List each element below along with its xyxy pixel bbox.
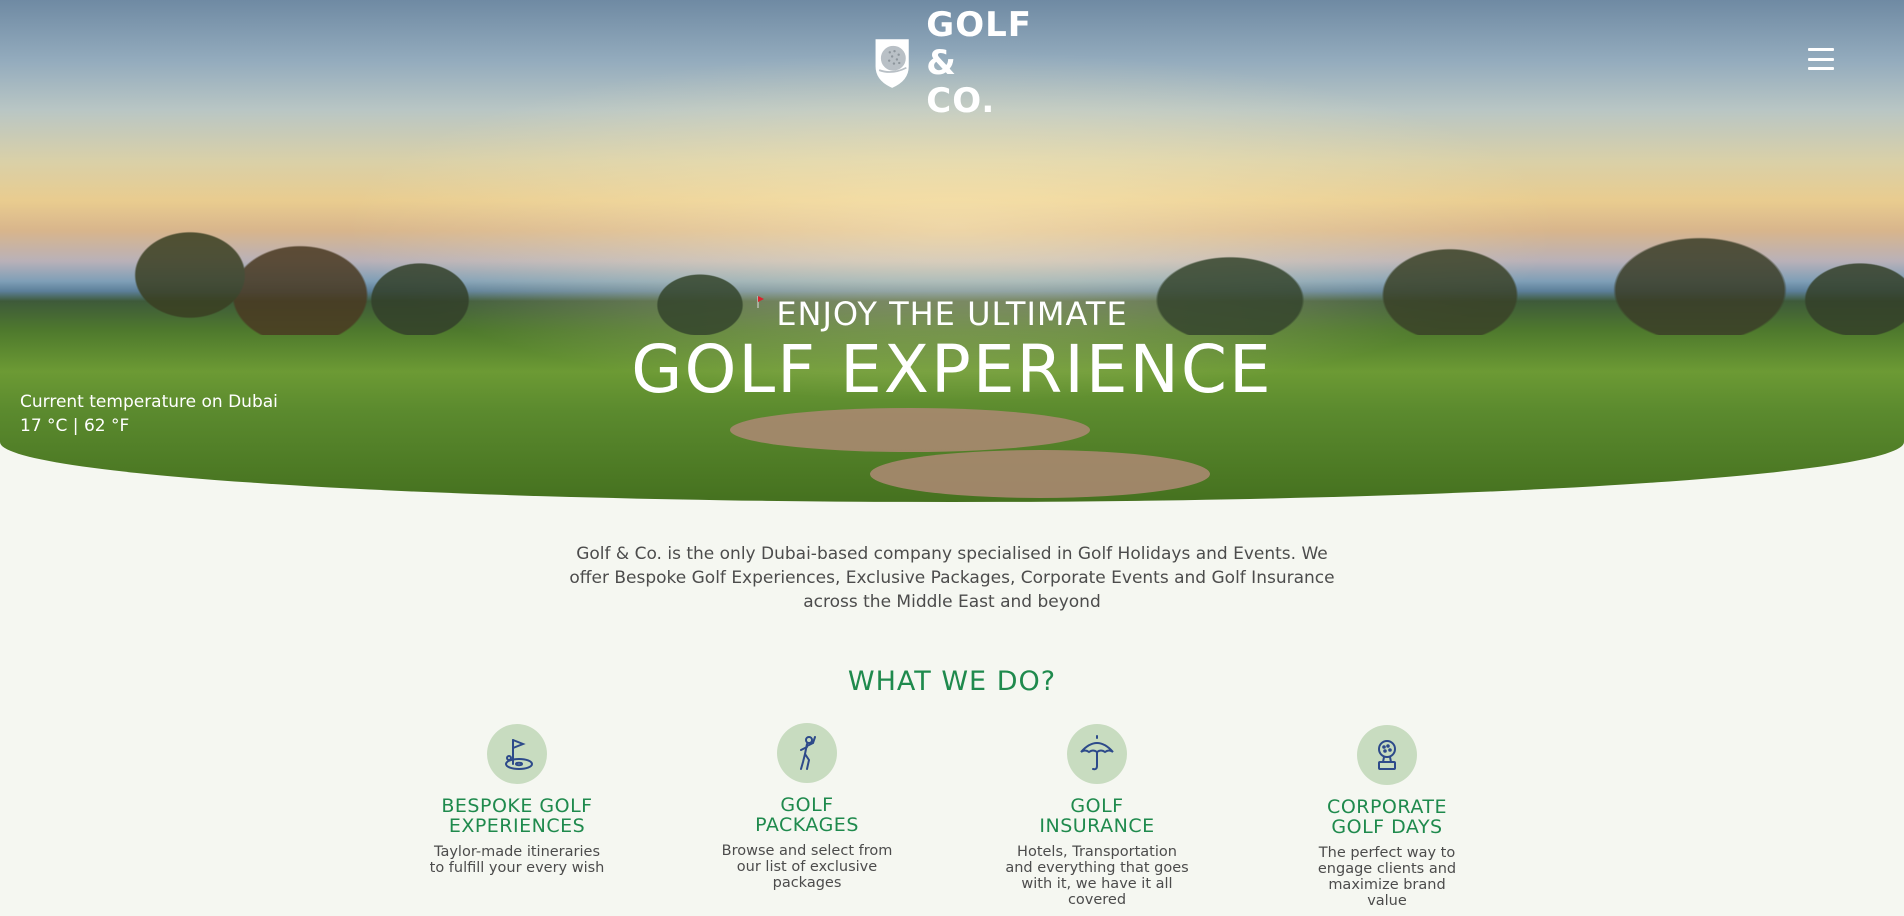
service-bespoke-golf-experiences[interactable]: BESPOKE GOLF EXPERIENCES Taylor-made iti… (417, 724, 617, 876)
services-section-title: WHAT WE DO? (847, 666, 1057, 697)
umbrella-icon (1080, 735, 1114, 771)
service-title-line2: INSURANCE (1039, 815, 1155, 837)
service-icon-circle (1067, 724, 1127, 784)
service-title: BESPOKE GOLF EXPERIENCES (417, 796, 617, 836)
menu-bar (1808, 57, 1834, 61)
brand-logo[interactable]: GOLF & CO. (872, 6, 1032, 120)
service-title: CORPORATE GOLF DAYS (1287, 797, 1487, 837)
weather-label: Current temperature on Dubai (20, 392, 278, 412)
golf-ball-shield-icon (875, 39, 909, 88)
hamburger-menu-icon[interactable] (1808, 48, 1834, 70)
service-title: GOLF INSURANCE (997, 796, 1197, 836)
intro-text: Golf & Co. is the only Dubai-based compa… (569, 544, 1335, 612)
menu-bar (1808, 67, 1834, 70)
service-title-line1: GOLF (780, 794, 834, 816)
hero-banner: GOLF & CO. ENJOY THE ULTIMATE GOLF EXPER… (0, 0, 1904, 502)
service-golf-insurance[interactable]: GOLF INSURANCE Hotels, Transportation an… (997, 724, 1197, 908)
golfer-icon (800, 736, 816, 770)
hero-heading: ENJOY THE ULTIMATE GOLF EXPERIENCE (0, 294, 1904, 406)
service-icon-circle (777, 723, 837, 783)
service-corporate-golf-days[interactable]: CORPORATE GOLF DAYS The perfect way to e… (1287, 725, 1487, 909)
service-icon-circle (487, 724, 547, 784)
brand-name-line2: & CO. (926, 43, 996, 121)
service-title-line2: EXPERIENCES (448, 815, 586, 837)
hero-title: GOLF EXPERIENCE (631, 331, 1273, 408)
sand-bunker (730, 408, 1090, 452)
service-title-line1: GOLF (1070, 795, 1124, 817)
service-title-line1: BESPOKE GOLF (441, 795, 593, 817)
menu-bar (1808, 48, 1834, 51)
weather-widget: Current temperature on Dubai 17 °C | 62 … (20, 390, 278, 438)
brand-name-line1: GOLF (926, 5, 1032, 45)
service-title-line2: GOLF DAYS (1331, 816, 1443, 838)
service-description: Taylor-made itineraries to fulfill your … (429, 844, 605, 876)
sand-bunker (870, 450, 1210, 498)
service-description: Browse and select from our list of exclu… (721, 843, 893, 891)
service-golf-packages[interactable]: GOLF PACKAGES Browse and select from our… (707, 723, 907, 891)
weather-value: 17 °C | 62 °F (20, 416, 130, 436)
service-title-line1: CORPORATE (1327, 796, 1447, 818)
hero-subtitle: ENJOY THE ULTIMATE (776, 295, 1128, 333)
service-title: GOLF PACKAGES (707, 795, 907, 835)
golf-flag-icon (505, 739, 533, 770)
service-title-line2: PACKAGES (755, 814, 859, 836)
service-icon-circle (1357, 725, 1417, 785)
brand-wordmark: GOLF & CO. (926, 6, 1032, 120)
service-description: Hotels, Transportation and everything th… (1005, 844, 1189, 908)
service-description: The perfect way to engage clients and ma… (1317, 845, 1457, 909)
trophy-icon (1378, 740, 1396, 770)
